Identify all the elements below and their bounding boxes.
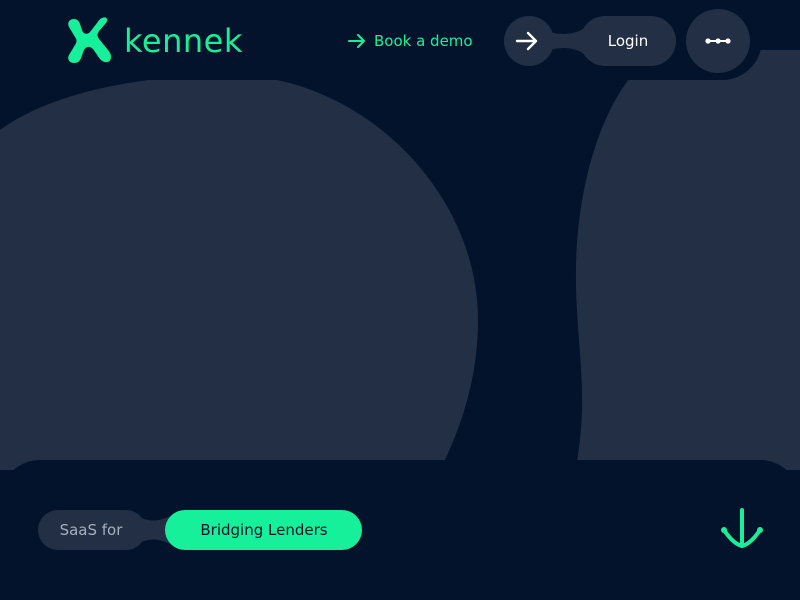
menu-button[interactable] <box>686 9 750 73</box>
brand-name: kennek <box>124 22 243 60</box>
login-button[interactable]: Login <box>580 16 676 66</box>
brand-logo[interactable]: kennek <box>66 17 256 65</box>
hero-page: kennek Book a demo Login SaaS for Bridgi… <box>0 0 800 600</box>
arrow-down-icon[interactable] <box>720 506 764 554</box>
dots-menu-icon <box>705 38 731 44</box>
tagline-highlight: Bridging Lenders <box>200 521 328 539</box>
arrow-right-icon <box>348 34 365 48</box>
book-demo-link[interactable]: Book a demo <box>347 28 473 54</box>
arrow-right-icon[interactable] <box>515 29 539 53</box>
login-button-group[interactable]: Login <box>504 16 676 66</box>
right-pill-shape <box>575 50 800 470</box>
hero-tagline: SaaS for Bridging Lenders <box>38 510 362 550</box>
tagline-prefix: SaaS for <box>59 521 123 539</box>
kennek-k-mark-icon <box>68 17 111 63</box>
left-circle-shape <box>0 75 478 470</box>
book-demo-label: Book a demo <box>374 32 473 50</box>
